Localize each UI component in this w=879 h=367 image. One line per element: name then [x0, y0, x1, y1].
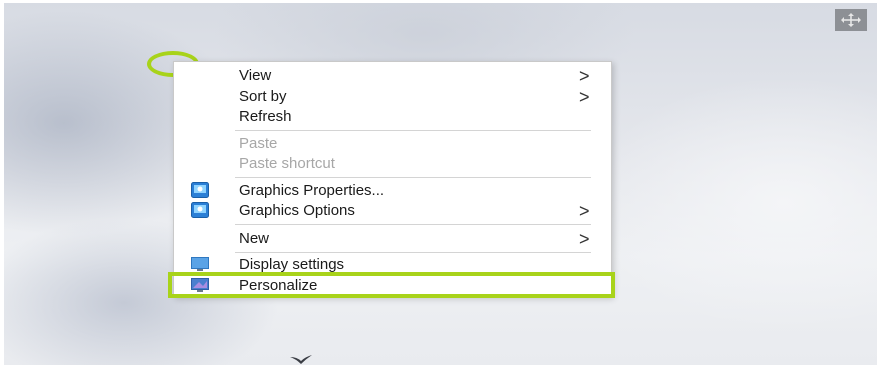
menu-item-label: View: [239, 67, 272, 84]
chevron-right-icon: >: [579, 66, 590, 86]
menu-item-label: Graphics Properties...: [239, 182, 385, 199]
bird-silhouette: [290, 355, 312, 364]
chevron-right-icon: >: [579, 87, 590, 107]
menu-item-label: New: [239, 230, 270, 247]
menu-item-graphics-properties[interactable]: Graphics Properties...: [174, 181, 611, 201]
menu-item-label: Paste: [239, 135, 278, 152]
intel-graphics-icon: [191, 182, 209, 198]
menu-separator: [235, 177, 591, 178]
menu-separator: [235, 252, 591, 253]
intel-graphics-icon: [191, 202, 209, 218]
move-arrows-icon[interactable]: [835, 9, 867, 31]
menu-item-refresh[interactable]: Refresh: [174, 107, 611, 127]
menu-item-label: Paste shortcut: [239, 155, 335, 172]
menu-item-graphics-options[interactable]: Graphics Options >: [174, 201, 611, 221]
menu-item-label: Graphics Options: [239, 202, 355, 219]
menu-item-sort-by[interactable]: Sort by >: [174, 87, 611, 107]
menu-item-new[interactable]: New >: [174, 229, 611, 249]
display-monitor-icon: [191, 256, 209, 272]
menu-item-label: Sort by: [239, 88, 287, 105]
menu-item-label: Refresh: [239, 108, 292, 125]
chevron-right-icon: >: [579, 201, 590, 221]
desktop-context-menu: View > Sort by > Refresh Paste Paste sho…: [173, 61, 612, 297]
menu-separator: [235, 130, 591, 131]
chevron-right-icon: >: [579, 229, 590, 249]
menu-item-paste-shortcut: Paste shortcut: [174, 154, 611, 174]
personalize-highlight-box: [168, 272, 615, 298]
menu-item-paste: Paste: [174, 134, 611, 154]
menu-separator: [235, 224, 591, 225]
menu-item-view[interactable]: View >: [174, 66, 611, 86]
